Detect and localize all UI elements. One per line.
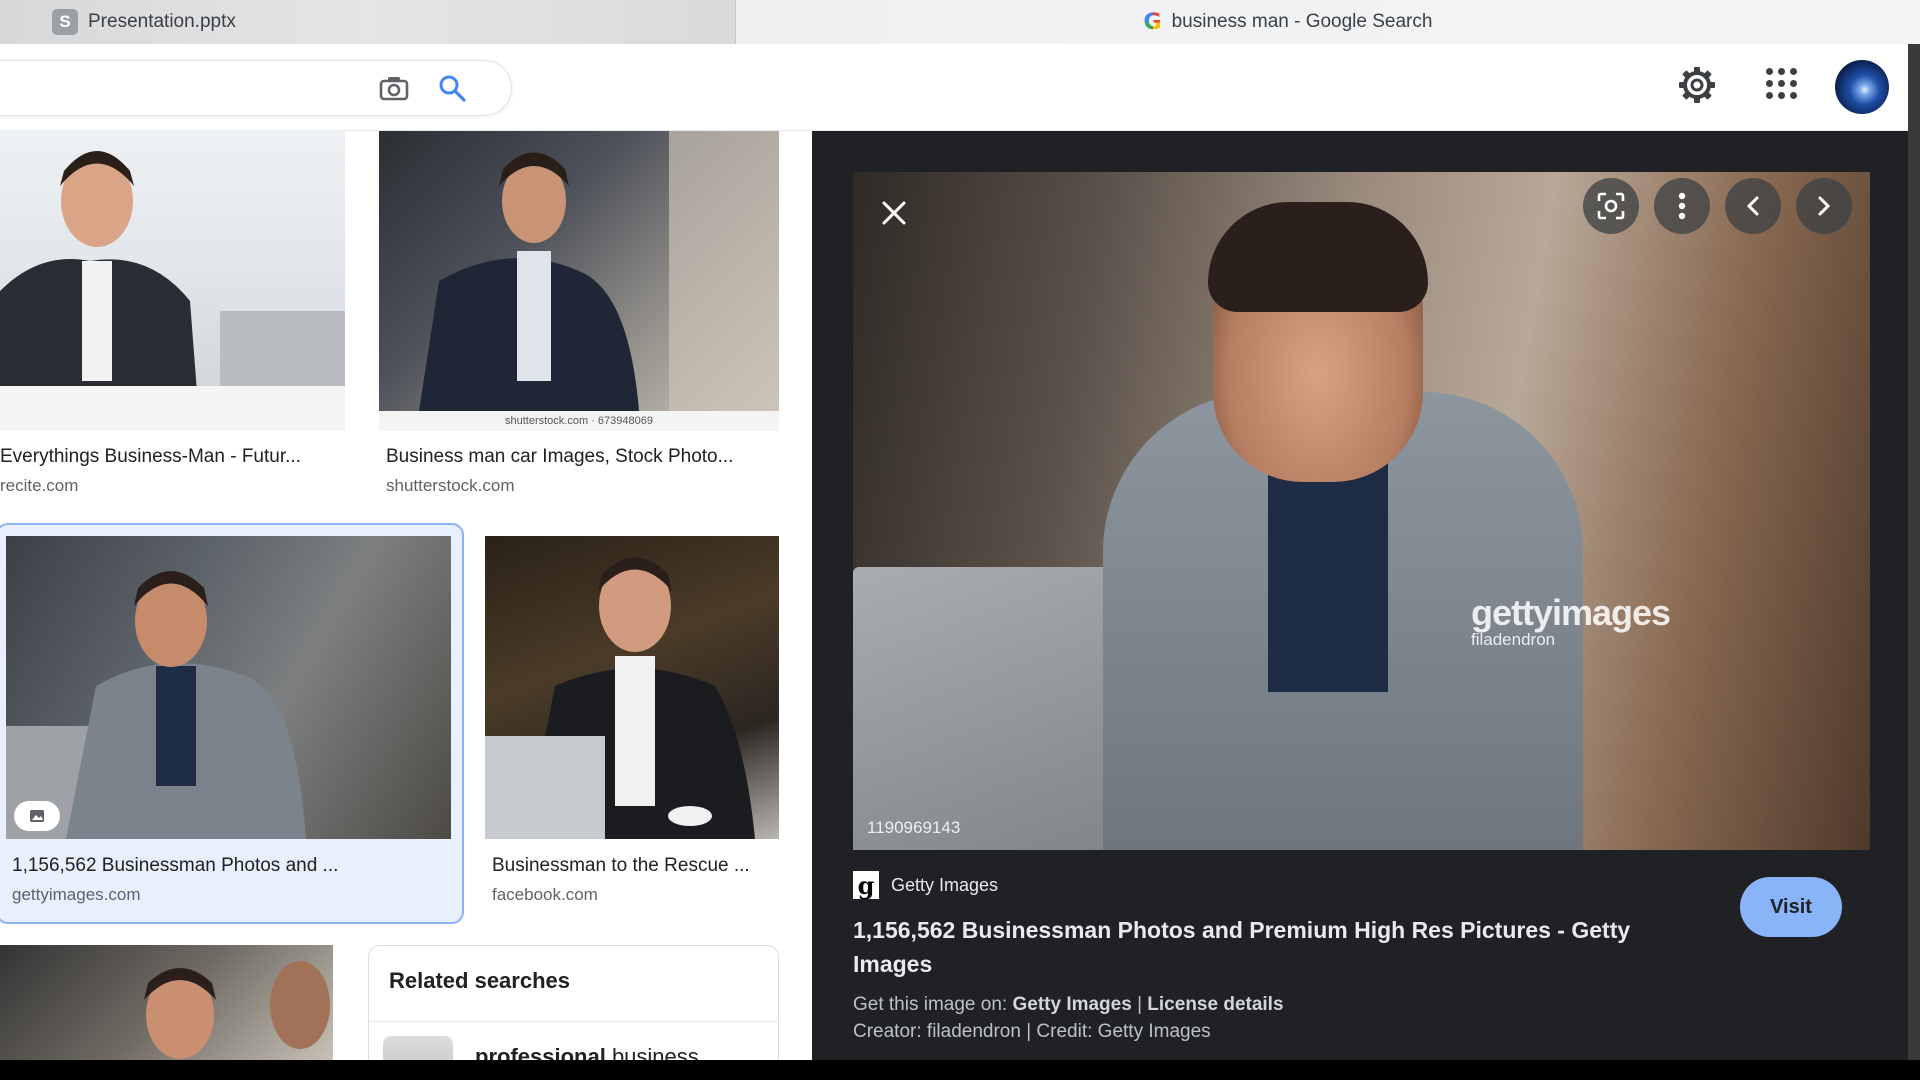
source-row[interactable]: g Getty Images — [853, 871, 999, 900]
get-prefix: Get this image on: — [853, 994, 1013, 1015]
image-badge — [14, 801, 60, 831]
close-icon — [882, 201, 906, 225]
related-bold-term: professional — [475, 1044, 606, 1060]
result-title[interactable]: Business man car Images, Stock Photo... — [386, 446, 786, 468]
related-search-item[interactable]: professional business — [475, 1044, 699, 1060]
get-source-link[interactable]: Getty Images — [1012, 994, 1131, 1015]
slides-app-icon: S — [52, 9, 78, 35]
tab-title: business man - Google Search — [1171, 11, 1433, 32]
tab-google-search[interactable]: G business man - Google Search — [736, 0, 1920, 44]
related-searches-card: Related searches professional business — [368, 945, 779, 1060]
related-thumbnail[interactable] — [383, 1036, 453, 1060]
result-source[interactable]: gettyimages.com — [12, 885, 141, 905]
image-caption: shutterstock.com · 673948069 — [379, 411, 779, 431]
chevron-left-icon — [1746, 196, 1759, 216]
preview-image[interactable]: gettyimages filadendron 1190969143 — [853, 172, 1870, 850]
visit-button[interactable]: Visit — [1740, 877, 1842, 937]
lens-search-button[interactable] — [1583, 178, 1639, 234]
result-image[interactable]: shutterstock.com · 673948069 — [379, 131, 779, 431]
browser-tab-strip: S Presentation.pptx G business man - Goo… — [0, 0, 1920, 44]
license-details-link[interactable]: License details — [1147, 994, 1283, 1015]
result-source[interactable]: facebook.com — [492, 885, 598, 905]
separator: | — [1131, 994, 1148, 1015]
window-edge — [1908, 44, 1920, 1060]
source-name: Getty Images — [891, 874, 999, 895]
result-source[interactable]: recite.com — [0, 476, 78, 496]
tab-title: Presentation.pptx — [88, 11, 236, 32]
result-image-selected[interactable] — [6, 536, 451, 839]
hair-shape — [1208, 202, 1428, 312]
result-source[interactable]: shutterstock.com — [386, 476, 515, 496]
search-header — [0, 44, 1908, 131]
previous-image-button[interactable] — [1725, 178, 1781, 234]
search-icon[interactable] — [437, 73, 467, 103]
camera-icon[interactable] — [379, 75, 409, 101]
preview-title[interactable]: 1,156,562 Businessman Photos and Premium… — [853, 913, 1713, 981]
related-searches-heading: Related searches — [389, 968, 570, 993]
related-rest-term: business — [611, 1044, 699, 1060]
getty-logo-icon: g — [853, 871, 879, 900]
result-title[interactable]: Businessman to the Rescue ... — [492, 855, 792, 877]
bottom-edge — [0, 1060, 1920, 1080]
image-preview-panel: gettyimages filadendron 1190969143 g Get… — [812, 131, 1908, 1060]
more-options-button[interactable] — [1654, 178, 1710, 234]
result-image[interactable] — [0, 131, 345, 431]
account-avatar[interactable] — [1835, 60, 1889, 114]
image-results-grid: Everythings Business-Man - Futur... reci… — [0, 131, 812, 1060]
image-icon — [30, 810, 44, 822]
close-preview-button[interactable] — [873, 192, 915, 234]
divider — [369, 1021, 778, 1022]
result-title[interactable]: 1,156,562 Businessman Photos and ... — [12, 855, 452, 877]
search-box[interactable] — [0, 60, 512, 116]
result-image[interactable] — [485, 536, 779, 839]
image-id: 1190969143 — [867, 818, 961, 837]
chevron-right-icon — [1818, 196, 1831, 216]
watermark: gettyimages filadendron — [1471, 592, 1671, 650]
google-favicon-icon: G — [1143, 9, 1162, 35]
result-title[interactable]: Everythings Business-Man - Futur... — [0, 446, 330, 468]
more-vert-icon — [1678, 192, 1686, 220]
apps-grid-icon[interactable] — [1766, 68, 1798, 100]
gear-icon[interactable] — [1677, 65, 1717, 105]
next-image-button[interactable] — [1796, 178, 1852, 234]
tab-presentation[interactable]: S Presentation.pptx — [0, 0, 736, 44]
watermark-brand: gettyimages — [1471, 592, 1671, 633]
lens-icon — [1597, 192, 1625, 220]
get-image-line: Get this image on: Getty Images | Licens… — [853, 994, 1284, 1016]
creator-line: Creator: filadendron | Credit: Getty Ima… — [853, 1021, 1211, 1042]
result-image[interactable] — [0, 945, 333, 1060]
